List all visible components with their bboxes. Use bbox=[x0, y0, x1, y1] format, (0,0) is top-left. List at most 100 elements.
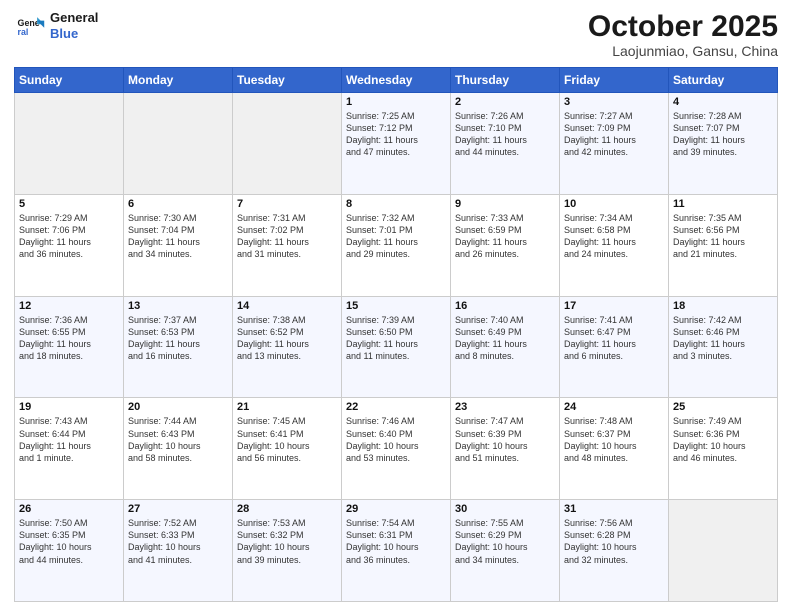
day-info: Sunrise: 7:37 AM Sunset: 6:53 PM Dayligh… bbox=[128, 314, 228, 363]
logo-icon: Gene- ral bbox=[14, 10, 46, 42]
day-info: Sunrise: 7:55 AM Sunset: 6:29 PM Dayligh… bbox=[455, 517, 555, 566]
day-info: Sunrise: 7:54 AM Sunset: 6:31 PM Dayligh… bbox=[346, 517, 446, 566]
col-tuesday: Tuesday bbox=[233, 68, 342, 93]
title-block: October 2025 Laojunmiao, Gansu, China bbox=[588, 10, 778, 59]
day-number: 31 bbox=[564, 503, 664, 515]
day-number: 26 bbox=[19, 503, 119, 515]
calendar-week-1: 1Sunrise: 7:25 AM Sunset: 7:12 PM Daylig… bbox=[15, 93, 778, 195]
day-info: Sunrise: 7:27 AM Sunset: 7:09 PM Dayligh… bbox=[564, 110, 664, 159]
day-info: Sunrise: 7:46 AM Sunset: 6:40 PM Dayligh… bbox=[346, 415, 446, 464]
logo-text: General Blue bbox=[50, 10, 98, 41]
calendar-cell: 12 Sunrise: 7:36 AM Sunset: 6:55 PM Dayli… bbox=[15, 296, 124, 398]
svg-text:ral: ral bbox=[18, 27, 29, 37]
day-number: 15 bbox=[346, 300, 446, 312]
col-sunday: Sunday bbox=[15, 68, 124, 93]
day-info: Sunrise: 7:45 AM Sunset: 6:41 PM Dayligh… bbox=[237, 415, 337, 464]
calendar-cell: 18 Sunrise: 7:42 AM Sunset: 6:46 PM Dayli… bbox=[669, 296, 778, 398]
day-info: Sunrise: 7:32 AM Sunset: 7:01 PM Dayligh… bbox=[346, 212, 446, 261]
day-info: Sunrise: 7:42 AM Sunset: 6:46 PM Dayligh… bbox=[673, 314, 773, 363]
calendar-cell: 27 Sunrise: 7:52 AM Sunset: 6:33 PM Dayli… bbox=[124, 500, 233, 602]
logo-line2: Blue bbox=[50, 26, 98, 42]
day-number: 10 bbox=[564, 198, 664, 210]
day-info: Sunrise: 7:49 AM Sunset: 6:36 PM Dayligh… bbox=[673, 415, 773, 464]
col-thursday: Thursday bbox=[451, 68, 560, 93]
calendar-cell: 23 Sunrise: 7:47 AM Sunset: 6:39 PM Dayli… bbox=[451, 398, 560, 500]
calendar-cell: 28Sunrise: 7:53 AM Sunset: 6:32 PM Dayli… bbox=[233, 500, 342, 602]
day-info: Sunrise: 7:43 AM Sunset: 6:44 PM Dayligh… bbox=[19, 415, 119, 464]
day-info: Sunrise: 7:47 AM Sunset: 6:39 PM Dayligh… bbox=[455, 415, 555, 464]
day-number: 2 bbox=[455, 96, 555, 108]
calendar-body: 1Sunrise: 7:25 AM Sunset: 7:12 PM Daylig… bbox=[15, 93, 778, 602]
day-number: 19 bbox=[19, 401, 119, 413]
month-title: October 2025 bbox=[588, 10, 778, 43]
weekday-header-row: Sunday Monday Tuesday Wednesday Thursday… bbox=[15, 68, 778, 93]
day-info: Sunrise: 7:50 AM Sunset: 6:35 PM Dayligh… bbox=[19, 517, 119, 566]
day-number: 5 bbox=[19, 198, 119, 210]
day-number: 23 bbox=[455, 401, 555, 413]
day-number: 28 bbox=[237, 503, 337, 515]
day-info: Sunrise: 7:44 AM Sunset: 6:43 PM Dayligh… bbox=[128, 415, 228, 464]
calendar-cell: 3Sunrise: 7:27 AM Sunset: 7:09 PM Daylig… bbox=[560, 93, 669, 195]
calendar-cell: 15 Sunrise: 7:39 AM Sunset: 6:50 PM Dayli… bbox=[342, 296, 451, 398]
day-info: Sunrise: 7:39 AM Sunset: 6:50 PM Dayligh… bbox=[346, 314, 446, 363]
day-info: Sunrise: 7:31 AM Sunset: 7:02 PM Dayligh… bbox=[237, 212, 337, 261]
day-number: 13 bbox=[128, 300, 228, 312]
calendar-cell: 6 Sunrise: 7:30 AM Sunset: 7:04 PM Daylig… bbox=[124, 194, 233, 296]
day-info: Sunrise: 7:52 AM Sunset: 6:33 PM Dayligh… bbox=[128, 517, 228, 566]
calendar-cell: 31 Sunrise: 7:56 AM Sunset: 6:28 PM Dayli… bbox=[560, 500, 669, 602]
day-number: 7 bbox=[237, 198, 337, 210]
page: Gene- ral General Blue October 2025 Laoj… bbox=[0, 0, 792, 612]
day-info: Sunrise: 7:48 AM Sunset: 6:37 PM Dayligh… bbox=[564, 415, 664, 464]
day-info: Sunrise: 7:35 AM Sunset: 6:56 PM Dayligh… bbox=[673, 212, 773, 261]
calendar-cell: 1Sunrise: 7:25 AM Sunset: 7:12 PM Daylig… bbox=[342, 93, 451, 195]
calendar-cell: 22 Sunrise: 7:46 AM Sunset: 6:40 PM Dayli… bbox=[342, 398, 451, 500]
day-number: 30 bbox=[455, 503, 555, 515]
day-number: 1 bbox=[346, 96, 446, 108]
day-number: 6 bbox=[128, 198, 228, 210]
logo: Gene- ral General Blue bbox=[14, 10, 98, 42]
day-number: 25 bbox=[673, 401, 773, 413]
day-number: 4 bbox=[673, 96, 773, 108]
header: Gene- ral General Blue October 2025 Laoj… bbox=[14, 10, 778, 59]
calendar-week-2: 5 Sunrise: 7:29 AM Sunset: 7:06 PM Daylig… bbox=[15, 194, 778, 296]
day-number: 14 bbox=[237, 300, 337, 312]
calendar: Sunday Monday Tuesday Wednesday Thursday… bbox=[14, 67, 778, 602]
day-number: 27 bbox=[128, 503, 228, 515]
calendar-cell: 9Sunrise: 7:33 AM Sunset: 6:59 PM Daylig… bbox=[451, 194, 560, 296]
calendar-cell: 26 Sunrise: 7:50 AM Sunset: 6:35 PM Dayli… bbox=[15, 500, 124, 602]
calendar-cell: 7 Sunrise: 7:31 AM Sunset: 7:02 PM Daylig… bbox=[233, 194, 342, 296]
day-info: Sunrise: 7:41 AM Sunset: 6:47 PM Dayligh… bbox=[564, 314, 664, 363]
day-info: Sunrise: 7:40 AM Sunset: 6:49 PM Dayligh… bbox=[455, 314, 555, 363]
calendar-cell: 20 Sunrise: 7:44 AM Sunset: 6:43 PM Dayli… bbox=[124, 398, 233, 500]
calendar-cell: 19 Sunrise: 7:43 AM Sunset: 6:44 PM Dayli… bbox=[15, 398, 124, 500]
day-number: 18 bbox=[673, 300, 773, 312]
calendar-week-3: 12 Sunrise: 7:36 AM Sunset: 6:55 PM Dayli… bbox=[15, 296, 778, 398]
col-saturday: Saturday bbox=[669, 68, 778, 93]
calendar-cell: 2Sunrise: 7:26 AM Sunset: 7:10 PM Daylig… bbox=[451, 93, 560, 195]
day-number: 20 bbox=[128, 401, 228, 413]
day-number: 16 bbox=[455, 300, 555, 312]
day-info: Sunrise: 7:30 AM Sunset: 7:04 PM Dayligh… bbox=[128, 212, 228, 261]
day-info: Sunrise: 7:56 AM Sunset: 6:28 PM Dayligh… bbox=[564, 517, 664, 566]
day-number: 22 bbox=[346, 401, 446, 413]
day-number: 11 bbox=[673, 198, 773, 210]
logo-line1: General bbox=[50, 10, 98, 26]
calendar-cell: 29Sunrise: 7:54 AM Sunset: 6:31 PM Dayli… bbox=[342, 500, 451, 602]
calendar-cell: 14Sunrise: 7:38 AM Sunset: 6:52 PM Dayli… bbox=[233, 296, 342, 398]
calendar-cell: 17 Sunrise: 7:41 AM Sunset: 6:47 PM Dayli… bbox=[560, 296, 669, 398]
day-info: Sunrise: 7:36 AM Sunset: 6:55 PM Dayligh… bbox=[19, 314, 119, 363]
calendar-cell: 5 Sunrise: 7:29 AM Sunset: 7:06 PM Daylig… bbox=[15, 194, 124, 296]
calendar-cell: 16 Sunrise: 7:40 AM Sunset: 6:49 PM Dayli… bbox=[451, 296, 560, 398]
calendar-cell: 24Sunrise: 7:48 AM Sunset: 6:37 PM Dayli… bbox=[560, 398, 669, 500]
calendar-cell: 11 Sunrise: 7:35 AM Sunset: 6:56 PM Dayli… bbox=[669, 194, 778, 296]
day-info: Sunrise: 7:29 AM Sunset: 7:06 PM Dayligh… bbox=[19, 212, 119, 261]
location: Laojunmiao, Gansu, China bbox=[588, 43, 778, 59]
calendar-cell: 4Sunrise: 7:28 AM Sunset: 7:07 PM Daylig… bbox=[669, 93, 778, 195]
calendar-cell bbox=[124, 93, 233, 195]
day-number: 12 bbox=[19, 300, 119, 312]
col-monday: Monday bbox=[124, 68, 233, 93]
calendar-cell: 25 Sunrise: 7:49 AM Sunset: 6:36 PM Dayli… bbox=[669, 398, 778, 500]
calendar-header: Sunday Monday Tuesday Wednesday Thursday… bbox=[15, 68, 778, 93]
day-number: 21 bbox=[237, 401, 337, 413]
day-number: 17 bbox=[564, 300, 664, 312]
